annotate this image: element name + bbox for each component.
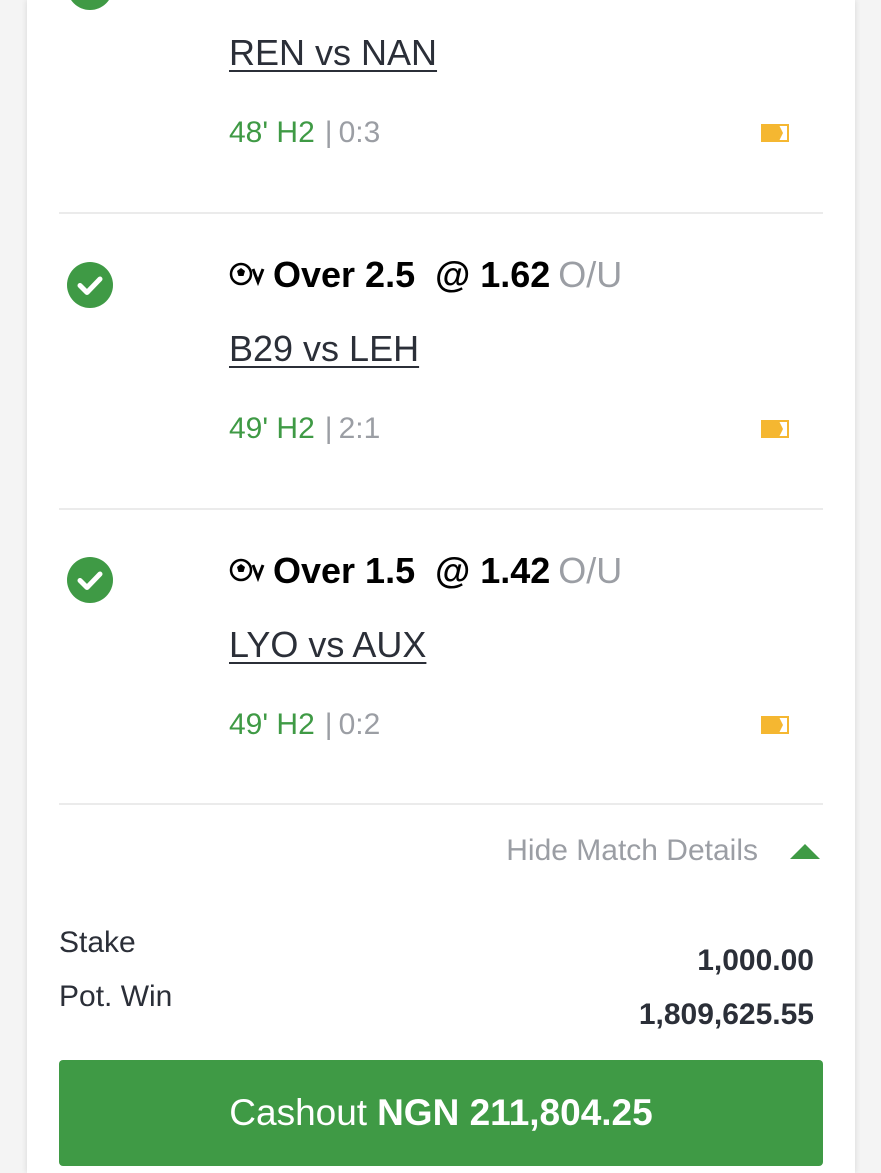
stake-value: 1,000.00 xyxy=(697,944,814,977)
bet-card: REN vs NAN 48' H2 | 0:3 Over 2.5 @ 1.62 O/U… xyxy=(27,0,855,1173)
cashout-button[interactable]: Cashout NGN 211,804.25 xyxy=(59,1060,823,1166)
soccer-ball-icon xyxy=(229,559,265,583)
bet-selection: Over 1.5 @ 1.42 O/U xyxy=(229,550,622,592)
match-time: 49' H2 xyxy=(229,708,315,741)
divider xyxy=(59,803,823,805)
hide-match-details-toggle[interactable]: Hide Match Details xyxy=(506,834,820,868)
triangle-up-icon xyxy=(790,843,820,859)
match-teams-link[interactable]: B29 vs LEH xyxy=(229,328,419,370)
check-icon xyxy=(67,0,113,10)
check-icon xyxy=(67,557,113,603)
cashout-amount: NGN 211,804.25 xyxy=(377,1092,653,1133)
cashout-prefix: Cashout xyxy=(229,1092,368,1133)
selection-label: Over 1.5 xyxy=(273,550,416,591)
live-ticket-icon xyxy=(761,124,789,142)
potwin-label: Pot. Win xyxy=(59,980,173,1013)
odds-value: @ 1.42 xyxy=(435,550,551,591)
match-time: 49' H2 xyxy=(229,412,315,445)
match-score: 0:3 xyxy=(338,116,381,149)
hide-details-label: Hide Match Details xyxy=(506,834,758,867)
match-status: 48' H2 | 0:3 xyxy=(229,116,380,150)
match-time: 48' H2 xyxy=(229,116,315,149)
potwin-value: 1,809,625.55 xyxy=(638,998,814,1031)
divider xyxy=(59,212,823,214)
live-ticket-icon xyxy=(761,420,789,438)
match-status: 49' H2 | 0:2 xyxy=(229,708,380,742)
check-icon xyxy=(67,262,113,308)
match-score: 0:2 xyxy=(338,708,381,741)
market-type: O/U xyxy=(558,254,623,295)
soccer-ball-icon xyxy=(229,263,265,287)
match-status: 49' H2 | 2:1 xyxy=(229,412,380,446)
divider xyxy=(59,508,823,510)
status-separator: | xyxy=(324,708,333,741)
selection-label: Over 2.5 xyxy=(273,254,416,295)
live-ticket-icon xyxy=(761,716,789,734)
match-teams-link[interactable]: LYO vs AUX xyxy=(229,624,426,666)
odds-value: @ 1.62 xyxy=(435,254,551,295)
match-teams-link[interactable]: REN vs NAN xyxy=(229,32,437,74)
match-score: 2:1 xyxy=(338,412,381,445)
market-type: O/U xyxy=(558,550,623,591)
status-separator: | xyxy=(324,412,333,445)
status-separator: | xyxy=(324,116,333,149)
bet-selection: Over 2.5 @ 1.62 O/U xyxy=(229,254,622,296)
stake-label: Stake xyxy=(59,926,136,959)
